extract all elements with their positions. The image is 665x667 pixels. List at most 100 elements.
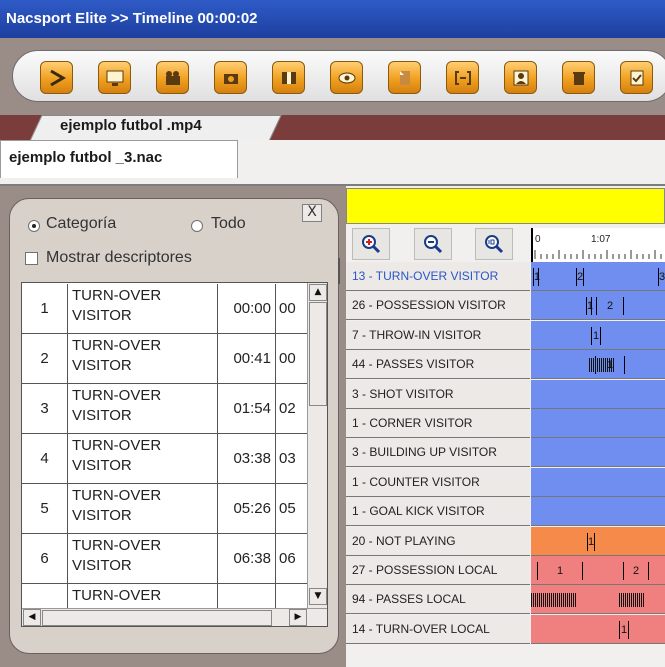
vertical-scroll-thumb[interactable] (309, 302, 327, 406)
event-marker[interactable]: 1 (533, 268, 540, 286)
track-lane[interactable]: 12 (531, 556, 665, 585)
track-label[interactable]: 94 - PASSES LOCAL (346, 585, 530, 615)
bracket-button[interactable] (446, 61, 479, 94)
track-lane[interactable] (531, 409, 665, 438)
cell-number: 6 (22, 534, 68, 584)
track-label[interactable]: 26 - POSSESSION VISITOR (346, 291, 530, 321)
horizontal-scroll-thumb[interactable] (42, 610, 272, 626)
cell-start-time: 00:00 (218, 284, 276, 334)
show-descriptors-label[interactable]: Mostrar descriptores (46, 249, 192, 267)
cell-number: 1 (22, 284, 68, 334)
radio-category-label[interactable]: Categoría (46, 215, 116, 233)
show-descriptors-checkbox[interactable] (25, 252, 38, 265)
event-tick (547, 593, 548, 608)
track-label[interactable]: 44 - PASSES VISITOR (346, 350, 530, 380)
event-tick (567, 593, 568, 608)
event-tick (627, 593, 628, 608)
track-label[interactable]: 1 - COUNTER VISITOR (346, 467, 530, 497)
page-button[interactable] (388, 61, 421, 94)
monitor-button[interactable] (98, 61, 131, 94)
track-label[interactable]: 14 - TURN-OVER LOCAL (346, 614, 530, 644)
track-lane[interactable] (531, 585, 665, 615)
scroll-down-button[interactable]: ▼ (309, 588, 327, 605)
track-lane[interactable]: 1 (531, 526, 665, 556)
event-marker[interactable]: 3 (658, 268, 665, 286)
event-tick (637, 593, 638, 608)
track-lane[interactable] (531, 438, 665, 468)
track-label[interactable]: 3 - SHOT VISITOR (346, 379, 530, 409)
event-tick (593, 358, 594, 373)
table-row[interactable]: 4 TURN-OVER VISITOR 03:38 03 (22, 434, 307, 484)
event-marker[interactable]: 2 (576, 268, 584, 286)
snapshot-button[interactable] (214, 61, 247, 94)
event-tick (621, 593, 622, 608)
scroll-right-button[interactable]: ▶ (289, 609, 307, 626)
panel-divider (338, 258, 340, 284)
event-marker[interactable]: 1 (619, 620, 629, 639)
vertical-scrollbar[interactable]: ▲ ▼ (307, 283, 327, 608)
track-label[interactable]: 1 - GOAL KICK VISITOR (346, 497, 530, 527)
event-marker[interactable]: 1 (591, 326, 601, 345)
track-lane[interactable] (531, 497, 665, 527)
timeline-ruler[interactable]: 0 1:07 (531, 228, 665, 263)
view-button[interactable] (330, 61, 363, 94)
event-tick (559, 593, 560, 608)
event-tick (643, 593, 644, 608)
track-lane[interactable]: 1 (531, 350, 665, 380)
image-person-button[interactable] (504, 61, 537, 94)
event-tick (535, 593, 536, 608)
clapper-button[interactable] (156, 61, 189, 94)
event-tick (607, 358, 608, 373)
scroll-up-button[interactable]: ▲ (309, 284, 327, 301)
track-label[interactable]: 13 - TURN-OVER VISITOR (346, 262, 530, 291)
track-lane[interactable]: 12 (531, 291, 665, 321)
cell-start-time: 01:54 (218, 384, 276, 434)
check-button[interactable] (620, 61, 653, 94)
event-tick (563, 593, 564, 608)
scroll-left-button[interactable]: ◀ (23, 609, 41, 626)
event-tick (623, 593, 624, 608)
event-marker[interactable]: 2 (623, 562, 649, 580)
radio-all-label[interactable]: Todo (211, 215, 246, 233)
event-marker[interactable]: 1 (586, 297, 593, 316)
track-label[interactable]: 1 - CORNER VISITOR (346, 409, 530, 438)
delete-button[interactable] (562, 61, 595, 94)
image-person-icon (513, 70, 528, 85)
events-table: 1 TURN-OVER VISITOR 00:00 00 2 TURN-OVER VISI… (21, 282, 328, 627)
cell-category: TURN-OVER VISITOR (68, 484, 218, 534)
track-lane[interactable] (531, 467, 665, 497)
cell-start-time: 00:41 (218, 334, 276, 384)
close-panel-button[interactable]: X (302, 204, 322, 222)
filmstrip-button[interactable] (272, 61, 305, 94)
event-tick (589, 358, 590, 373)
play-button[interactable] (40, 61, 73, 94)
zoom-reset-button[interactable] (475, 228, 513, 260)
table-row[interactable]: 3 TURN-OVER VISITOR 01:54 02 (22, 384, 307, 434)
track-label[interactable]: 7 - THROW-IN VISITOR (346, 320, 530, 350)
track-lane[interactable]: 1 (531, 320, 665, 350)
event-marker[interactable]: 1 (537, 562, 583, 580)
track-label[interactable]: 3 - BUILDING UP VISITOR (346, 438, 530, 468)
zoom-out-button[interactable] (414, 228, 452, 260)
radio-category[interactable] (28, 220, 40, 232)
table-row[interactable]: 6 TURN-OVER VISITOR 06:38 06 (22, 534, 307, 584)
event-tick (619, 593, 620, 608)
zoom-in-button[interactable] (352, 228, 390, 260)
tab-project-label[interactable]: ejemplo futbol _3.nac (9, 149, 162, 166)
track-label[interactable]: 20 - NOT PLAYING (346, 526, 530, 556)
horizontal-scrollbar[interactable]: ◀ ▶ (22, 608, 327, 626)
event-marker[interactable]: 2 (596, 297, 624, 316)
track-lane[interactable] (531, 379, 665, 409)
radio-all[interactable] (191, 220, 203, 232)
event-tick (601, 358, 602, 373)
tab-video-label[interactable]: ejemplo futbol .mp4 (60, 117, 202, 134)
table-row[interactable]: 5 TURN-OVER VISITOR 05:26 05 (22, 484, 307, 534)
track-lane[interactable]: 1 (531, 614, 665, 644)
ruler-mark-label: 1:07 (591, 234, 611, 245)
track-label[interactable]: 27 - POSSESSION LOCAL (346, 556, 530, 585)
table-row[interactable]: 2 TURN-OVER VISITOR 00:41 00 (22, 334, 307, 384)
cell-category: TURN-OVER VISITOR (68, 434, 218, 484)
table-row[interactable]: 1 TURN-OVER VISITOR 00:00 00 (22, 284, 307, 334)
event-marker[interactable]: 1 (587, 532, 595, 551)
track-lane[interactable]: 1 2 3 (531, 262, 665, 291)
